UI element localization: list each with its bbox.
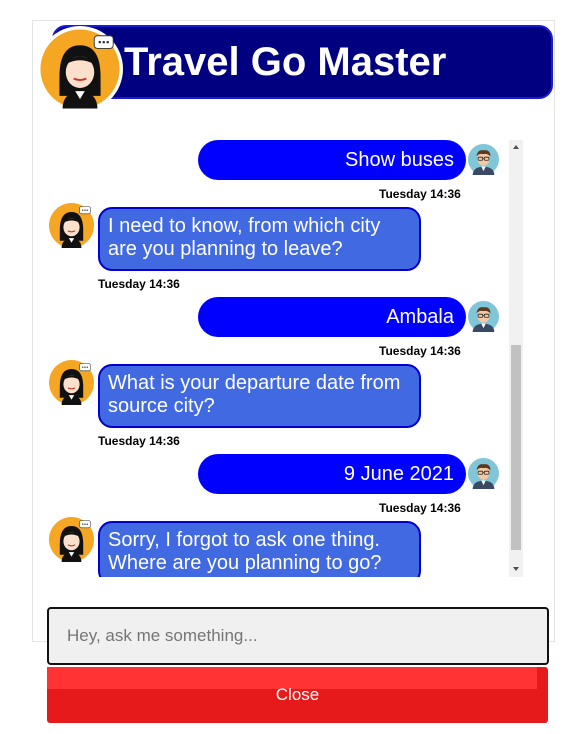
app-title: Travel Go Master [124, 40, 447, 84]
bot-avatar-icon [49, 203, 94, 248]
message-timestamp: Tuesday 14:36 [379, 187, 461, 201]
user-avatar-icon [468, 458, 499, 489]
scrollbar-thumb[interactable] [511, 345, 521, 550]
bot-avatar-icon [49, 360, 94, 405]
close-button-label: Close [275, 685, 320, 704]
message-timestamp: Tuesday 14:36 [379, 344, 461, 358]
user-message: Ambala [198, 297, 466, 337]
message-timestamp: Tuesday 14:36 [98, 434, 180, 448]
user-avatar-icon [468, 301, 499, 332]
message-input[interactable] [49, 609, 547, 663]
user-message: Show buses [198, 140, 466, 180]
scroll-down-arrow-icon[interactable] [512, 565, 520, 573]
message-list[interactable]: Show buses Tuesday 14:36 I need to know,… [46, 140, 523, 577]
bot-message: I need to know, from which city are you … [98, 207, 421, 271]
bot-message: Sorry, I forgot to ask one thing. Where … [98, 521, 421, 577]
bot-avatar-icon [37, 26, 123, 112]
close-button[interactable]: Close [47, 667, 548, 723]
bot-message: What is your departure date from source … [98, 364, 421, 428]
message-input-container [47, 607, 549, 665]
user-message: 9 June 2021 [198, 454, 466, 494]
user-avatar-icon [468, 144, 499, 175]
bot-avatar-icon [49, 517, 94, 562]
message-timestamp: Tuesday 14:36 [98, 277, 180, 291]
message-timestamp: Tuesday 14:36 [379, 501, 461, 515]
scroll-up-arrow-icon[interactable] [512, 143, 520, 151]
